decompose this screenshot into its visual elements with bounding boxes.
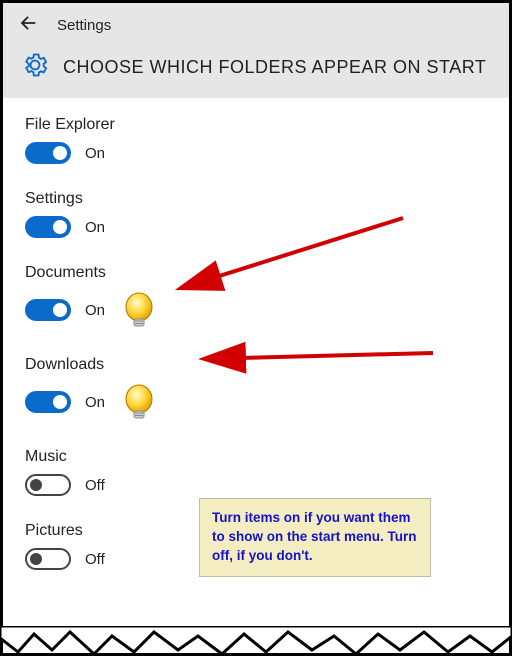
toggle-documents[interactable] [25,299,71,321]
setting-label: Settings [25,190,487,208]
setting-label: File Explorer [25,116,487,134]
app-title: Settings [57,17,111,34]
toggle-state-label: Off [85,477,105,494]
setting-label: Downloads [25,356,487,374]
setting-item: Music Off [25,448,487,496]
gear-icon [21,51,49,84]
setting-label: Music [25,448,487,466]
toggle-state-label: On [85,302,105,319]
torn-edge [0,626,512,656]
toggle-settings[interactable] [25,216,71,238]
back-icon[interactable] [17,12,39,39]
settings-list: File ExplorerOnSettingsOnDocumentsOnDown… [3,98,509,570]
setting-label: Documents [25,264,487,282]
toggle-pictures[interactable] [25,548,71,570]
toggle-file-explorer[interactable] [25,142,71,164]
setting-item: Settings On [25,190,487,238]
toggle-state-label: On [85,219,105,236]
tip-note: Turn items on if you want them to show o… [199,498,431,577]
setting-item: File Explorer On [25,116,487,164]
lightbulb-icon [119,382,159,422]
header-bar: Settings CHOOSE WHICH FOLDERS APPEAR ON … [3,3,509,98]
page-title: CHOOSE WHICH FOLDERS APPEAR ON START [63,57,486,78]
toggle-music[interactable] [25,474,71,496]
setting-item: Documents On [25,264,487,330]
setting-item: Downloads On [25,356,487,422]
toggle-state-label: On [85,394,105,411]
toggle-state-label: On [85,145,105,162]
toggle-state-label: Off [85,551,105,568]
toggle-downloads[interactable] [25,391,71,413]
lightbulb-icon [119,290,159,330]
